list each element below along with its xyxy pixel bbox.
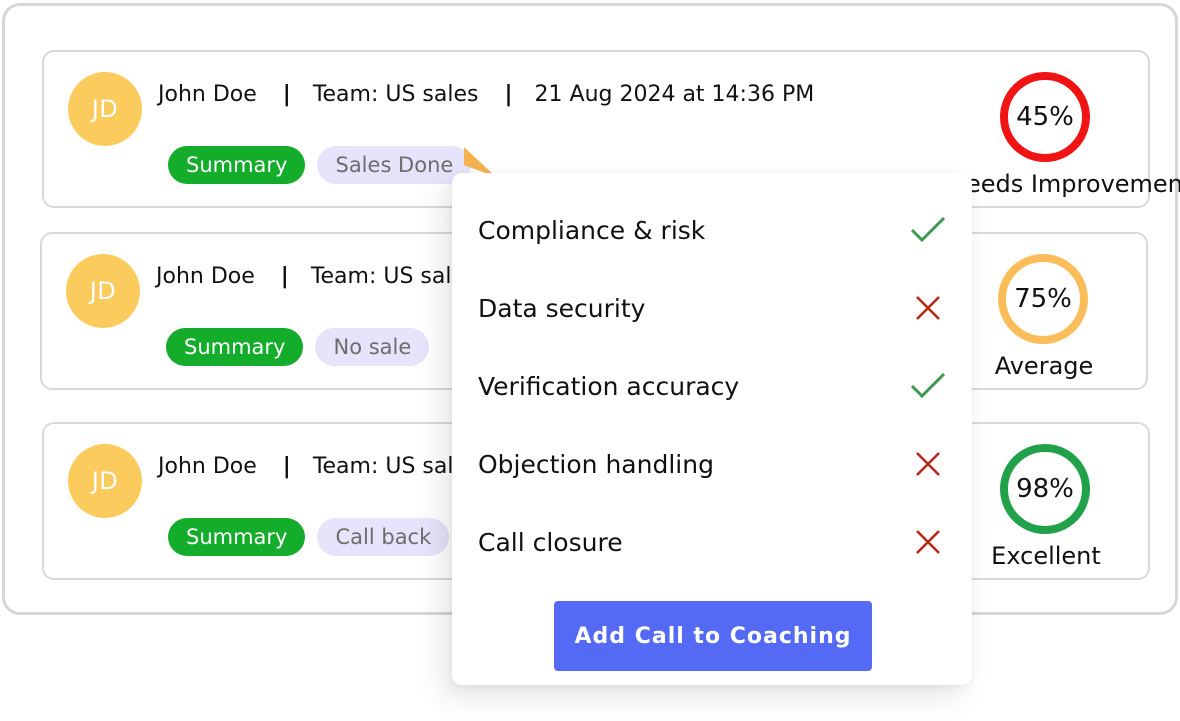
add-call-to-coaching-button[interactable]: Add Call to Coaching xyxy=(554,601,872,671)
score-label: Excellent xyxy=(991,542,1101,570)
separator: | xyxy=(280,264,289,289)
score-label: Needs Improvement xyxy=(948,170,1180,198)
checklist-item-label: Verification accuracy xyxy=(478,371,740,401)
call-date: 21 Aug 2024 at 14:36 PM xyxy=(534,82,815,107)
status-badge: No sale xyxy=(315,328,430,366)
checklist-item-label: Call closure xyxy=(478,527,623,557)
score-widget: 98% Excellent xyxy=(948,424,1148,578)
score-ring: 75% xyxy=(998,254,1088,344)
cross-icon xyxy=(908,288,948,328)
score-widget: 75% Average xyxy=(946,234,1146,388)
checklist-item-label: Data security xyxy=(478,293,646,323)
status-badge: Call back xyxy=(317,518,450,556)
check-icon xyxy=(908,366,948,406)
checklist-item: Objection handling xyxy=(478,444,948,484)
agent-name: John Doe xyxy=(158,454,257,479)
checklist-item: Compliance & risk xyxy=(478,210,948,250)
check-icon xyxy=(908,210,948,250)
checklist-item-label: Objection handling xyxy=(478,449,714,479)
team-name: Team: US sales xyxy=(312,82,479,107)
separator: | xyxy=(504,82,513,107)
separator: | xyxy=(282,82,291,107)
cross-icon xyxy=(908,522,948,562)
checklist-item: Call closure xyxy=(478,522,948,562)
call-meta: John Doe | Team: US sales | 21 Aug 2024 … xyxy=(158,82,814,107)
avatar: JD xyxy=(66,254,140,328)
separator: | xyxy=(282,454,291,479)
agent-name: John Doe xyxy=(156,264,255,289)
score-ring: 98% xyxy=(1000,444,1090,534)
status-badge: Sales Done xyxy=(317,146,472,184)
score-label: Average xyxy=(994,352,1094,380)
avatar: JD xyxy=(68,444,142,518)
score-widget: 45% Needs Improvement xyxy=(948,52,1180,206)
checklist-item-label: Compliance & risk xyxy=(478,215,706,245)
cross-icon xyxy=(908,444,948,484)
agent-name: John Doe xyxy=(158,82,257,107)
avatar: JD xyxy=(68,72,142,146)
score-ring: 45% xyxy=(1000,72,1090,162)
checklist-popover: Compliance & risk Data security Verifica… xyxy=(452,173,972,685)
call-meta: John Doe | Team: US sales xyxy=(158,454,478,479)
summary-button[interactable]: Summary xyxy=(168,518,306,556)
summary-button[interactable]: Summary xyxy=(168,146,306,184)
summary-button[interactable]: Summary xyxy=(166,328,304,366)
checklist-item: Verification accuracy xyxy=(478,366,948,406)
call-meta: John Doe | Team: US sales xyxy=(156,264,476,289)
checklist-item: Data security xyxy=(478,288,948,328)
